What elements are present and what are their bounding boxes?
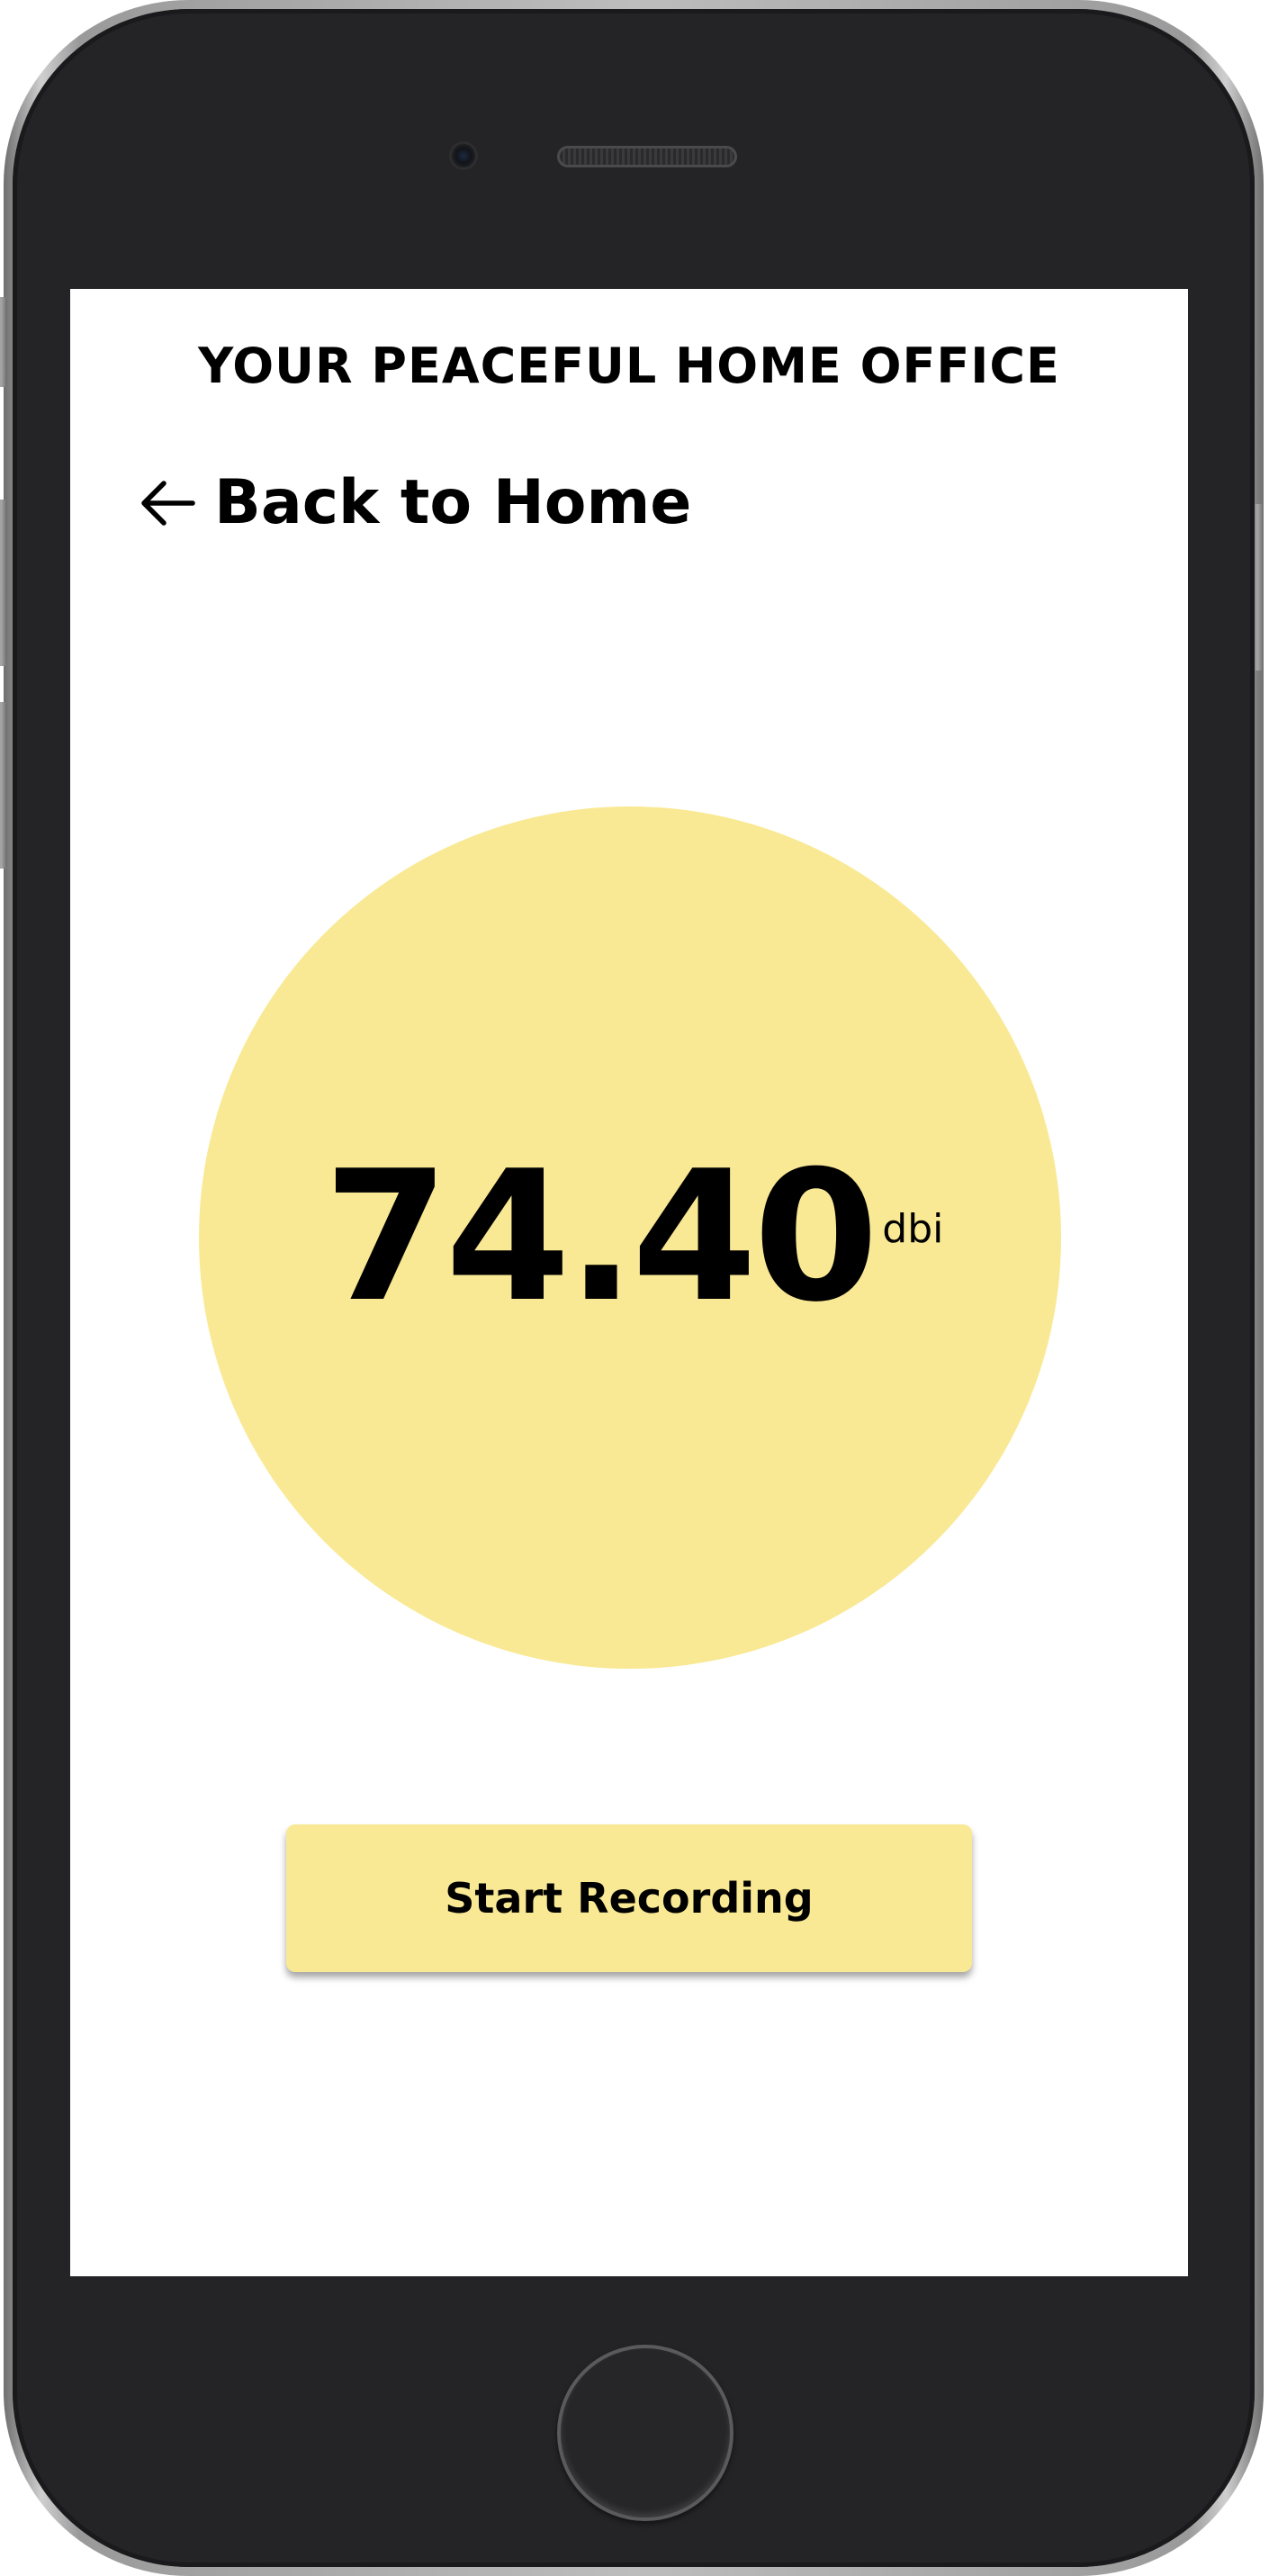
sound-level-unit: dbi: [882, 1205, 944, 1252]
start-recording-button[interactable]: Start Recording: [286, 1824, 972, 1972]
volume-down-button: [0, 702, 7, 869]
sound-level-readout: 74.40 dbi: [202, 806, 1065, 1669]
sound-level-circle: 74.40 dbi: [199, 806, 1061, 1669]
page-title: YOUR PEACEFUL HOME OFFICE: [198, 338, 1060, 394]
earpiece-speaker: [557, 146, 737, 167]
app-screen: YOUR PEACEFUL HOME OFFICE Back to Home 7…: [70, 289, 1188, 2276]
mute-switch: [0, 297, 7, 387]
back-to-home-link[interactable]: Back to Home: [137, 467, 691, 538]
front-camera: [452, 144, 475, 167]
home-button[interactable]: [557, 2345, 734, 2521]
sound-level-value: 74.40: [323, 1132, 879, 1342]
volume-up-button: [0, 500, 7, 666]
arrow-left-icon: [137, 478, 196, 528]
back-link-label: Back to Home: [214, 467, 692, 538]
